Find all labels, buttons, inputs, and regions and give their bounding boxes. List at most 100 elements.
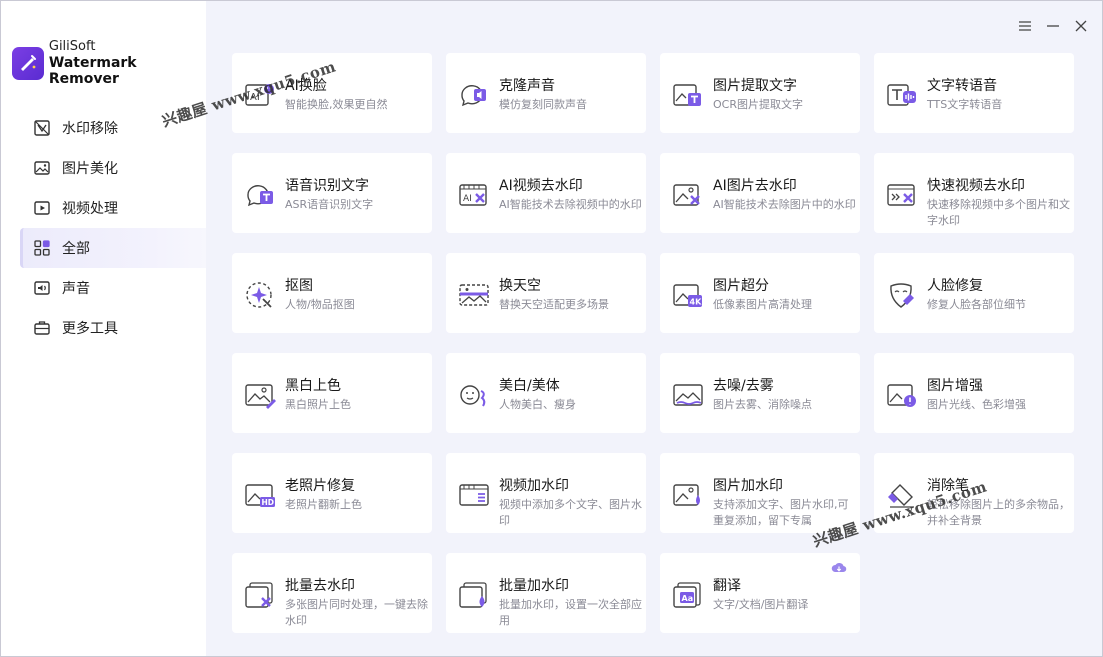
cutout-icon (246, 282, 272, 308)
card-title: 人脸修复 (927, 278, 983, 294)
sidebar-item-more-tools[interactable]: 更多工具 (20, 308, 206, 348)
svg-text:AI: AI (250, 92, 260, 103)
card-title: 图片提取文字 (713, 78, 797, 94)
brand: GiliSoft Watermark Remover (12, 39, 206, 87)
window-controls (1018, 15, 1088, 37)
batch-add-watermark-icon (459, 582, 487, 608)
card-batch-remove-watermark[interactable]: 批量去水印 多张图片同时处理，一键去除水印 (232, 553, 432, 633)
text-to-speech-icon (887, 84, 916, 106)
card-desc: TTS文字转语音 (927, 98, 1003, 111)
card-text-to-speech[interactable]: 文字转语音 TTS文字转语音 (874, 53, 1074, 133)
card-video-add-watermark[interactable]: 视频加水印 视频中添加多个文字、图片水印 (446, 453, 646, 533)
card-face-repair[interactable]: 人脸修复修复人脸各部位细节 (874, 253, 1074, 333)
toolbox-icon (32, 318, 52, 338)
sidebar-item-all[interactable]: 全部 (20, 228, 206, 268)
card-desc: 图片去雾、消除噪点 (713, 398, 812, 411)
card-desc: 快速移除视频中多个图片和文字水印 (927, 198, 1070, 227)
card-image-upscale[interactable]: 4K 图片超分低像素图片高清处理 (660, 253, 860, 333)
sidebar-item-image-beautify[interactable]: 图片美化 (20, 148, 206, 188)
card-old-photo[interactable]: HD 老照片修复老照片翻新上色 (232, 453, 432, 533)
card-title: 图片超分 (713, 278, 769, 294)
card-voice-clone[interactable]: 克隆声音 模仿复刻同款声音 (446, 53, 646, 133)
card-colorize[interactable]: 黑白上色黑白照片上色 (232, 353, 432, 433)
card-desc: 支持添加文字、图片水印,可重复添加，留下专属 (713, 498, 849, 527)
svg-text:4K: 4K (690, 298, 703, 307)
close-icon[interactable] (1074, 15, 1088, 37)
card-desc: AI智能技术去除视频中的水印 (499, 198, 642, 211)
card-title: 视频加水印 (499, 478, 569, 494)
card-image-enhance[interactable]: 图片增强 图片光线、色彩增强 (874, 353, 1074, 433)
card-title: 抠图 (285, 278, 313, 294)
card-image-add-watermark[interactable]: 图片加水印支持添加文字、图片水印,可重复添加，留下专属 (660, 453, 860, 533)
app-logo-icon (12, 46, 44, 80)
sidebar-item-label: 视频处理 (62, 201, 118, 217)
brand-name: GiliSoft (48, 39, 96, 54)
sidebar-item-video-process[interactable]: 视频处理 (20, 188, 206, 228)
sidebar-item-sound[interactable]: 声音 (20, 268, 206, 308)
image-add-watermark-icon (673, 484, 700, 506)
svg-text:AI: AI (463, 194, 472, 204)
card-fast-video-watermark[interactable]: 快速视频去水印快速移除视频中多个图片和文字水印 (874, 153, 1074, 233)
image-beautify-icon (32, 158, 52, 178)
card-desc: OCR图片提取文字 (713, 98, 803, 111)
sidebar: GiliSoft Watermark Remover 水印移除 图片美化 视频处… (1, 1, 206, 656)
card-batch-add-watermark[interactable]: 批量加水印 批量加水印，设置一次全部应用 (446, 553, 646, 633)
sidebar-item-label: 更多工具 (62, 321, 118, 337)
voice-clone-icon (461, 85, 486, 107)
card-desc: 模仿复刻同款声音 (499, 98, 587, 111)
card-ai-video-watermark[interactable]: AI AI视频去水印 AI智能技术去除视频中的水印 (446, 153, 646, 233)
eraser-pen-icon (888, 484, 914, 508)
card-beauty-body[interactable]: 美白/美体 人物美白、瘦身 (446, 353, 646, 433)
face-repair-icon (890, 283, 914, 308)
card-desc: 文字/文档/图片翻译 (713, 598, 809, 611)
card-speech-to-text[interactable]: 语音识别文字 ASR语音识别文字 (232, 153, 432, 233)
sound-icon (32, 278, 52, 298)
card-ai-image-watermark[interactable]: AI图片去水印 AI智能技术去除图片中的水印 (660, 153, 860, 233)
main-panel: AI AI换脸 智能换脸,效果更自然 克隆声音 模仿复刻同款声音 图片提取文字 OCR… (206, 1, 1102, 656)
cloud-download-icon[interactable] (831, 561, 847, 575)
colorize-icon (245, 384, 276, 409)
card-title: 黑白上色 (285, 378, 341, 394)
translate-icon: Aa (673, 582, 701, 608)
svg-text:HD: HD (262, 498, 275, 507)
card-desc: 人物/物品抠图 (285, 298, 355, 311)
sidebar-item-watermark-remove[interactable]: 水印移除 (20, 108, 206, 148)
card-desc: 黑白照片上色 (285, 398, 351, 411)
card-title: 美白/美体 (499, 378, 560, 394)
card-title: 文字转语音 (927, 78, 997, 94)
brand-product: Watermark Remover (48, 55, 137, 87)
card-translate[interactable]: Aa 翻译 文字/文档/图片翻译 (660, 553, 860, 633)
card-image-ocr[interactable]: 图片提取文字 OCR图片提取文字 (660, 53, 860, 133)
card-desc: 多张图片同时处理，一键去除水印 (285, 598, 428, 627)
card-desc: 图片光线、色彩增强 (927, 398, 1026, 411)
card-title: 批量加水印 (499, 578, 569, 594)
card-title: 老照片修复 (285, 478, 355, 494)
sky-replace-icon (459, 284, 489, 306)
card-desc: 老照片翻新上色 (285, 498, 362, 511)
feature-grid: AI AI换脸 智能换脸,效果更自然 克隆声音 模仿复刻同款声音 图片提取文字 OCR… (232, 53, 1074, 633)
menu-icon[interactable] (1018, 15, 1032, 37)
beauty-body-icon (460, 385, 486, 407)
fast-video-watermark-icon (887, 184, 915, 206)
card-denoise[interactable]: 去噪/去雾 图片去雾、消除噪点 (660, 353, 860, 433)
card-title: 快速视频去水印 (927, 178, 1025, 194)
card-title: AI图片去水印 (713, 178, 797, 194)
ai-image-watermark-icon (673, 184, 700, 206)
image-enhance-icon (887, 384, 916, 407)
batch-remove-watermark-icon (245, 582, 273, 608)
card-sky-replace[interactable]: 换天空 替换天空适配更多场景 (446, 253, 646, 333)
card-cutout[interactable]: 抠图人物/物品抠图 (232, 253, 432, 333)
sidebar-item-label: 声音 (62, 281, 90, 297)
old-photo-hd-icon: HD (245, 484, 275, 507)
card-desc: ASR语音识别文字 (285, 198, 374, 211)
card-eraser-pen[interactable]: 消除笔 轻松移除图片上的多余物品，并补全背景 (874, 453, 1074, 533)
image-ocr-icon (673, 84, 701, 106)
card-title: AI换脸 (285, 78, 327, 94)
card-desc: 修复人脸各部位细节 (927, 298, 1026, 311)
card-desc: 低像素图片高清处理 (713, 298, 812, 311)
watermark-remove-icon (32, 118, 52, 138)
card-ai-face-swap[interactable]: AI AI换脸 智能换脸,效果更自然 (232, 53, 432, 133)
sidebar-item-label: 全部 (62, 241, 90, 257)
card-title: 图片加水印 (713, 478, 783, 494)
minimize-icon[interactable] (1046, 15, 1060, 37)
